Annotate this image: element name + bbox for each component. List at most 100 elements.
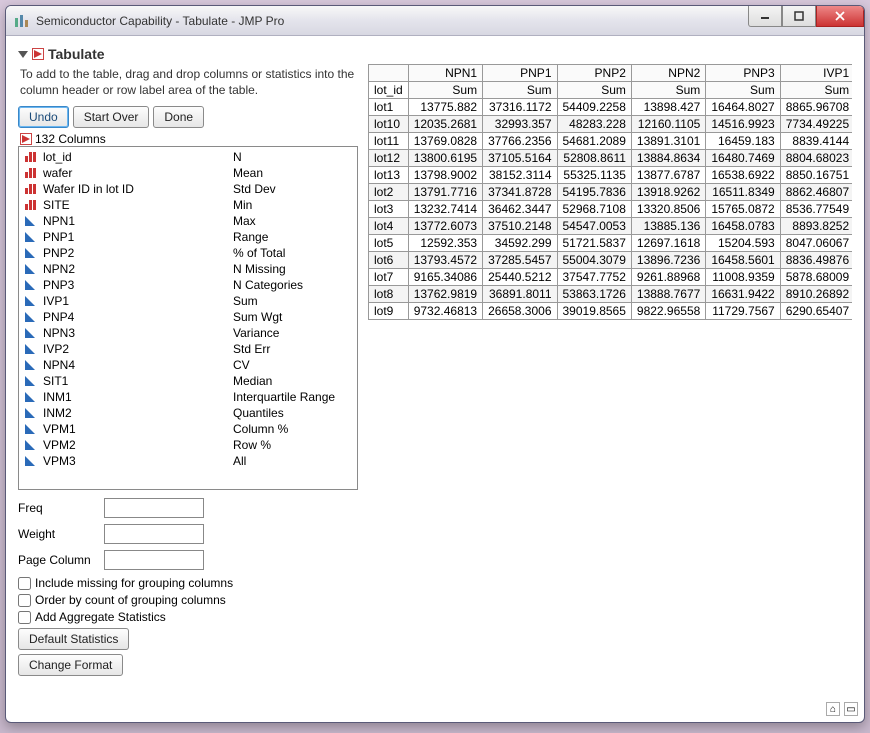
section-toggle-icon[interactable]	[32, 48, 44, 60]
data-cell[interactable]: 9261.88968	[631, 269, 705, 286]
row-header[interactable]: lot3	[369, 201, 409, 218]
data-cell[interactable]: 54409.2258	[557, 99, 631, 116]
data-cell[interactable]: 13762.9819	[408, 286, 482, 303]
column-item[interactable]: NPN1	[23, 213, 227, 229]
column-item[interactable]: SIT1	[23, 373, 227, 389]
data-cell[interactable]: 16480.7469	[706, 150, 780, 167]
change-format-button[interactable]: Change Format	[18, 654, 123, 676]
data-cell[interactable]: 12160.1105	[631, 116, 705, 133]
column-header[interactable]: NPN1	[408, 65, 482, 82]
stat-header[interactable]: Sum	[408, 82, 482, 99]
column-item[interactable]: VPM3	[23, 453, 227, 469]
data-cell[interactable]: 13885.136	[631, 218, 705, 235]
statistic-item[interactable]: Sum	[233, 293, 351, 309]
data-cell[interactable]: 55325.1135	[557, 167, 631, 184]
data-cell[interactable]: 37766.2356	[483, 133, 557, 150]
data-cell[interactable]: 9165.34086	[408, 269, 482, 286]
data-cell[interactable]: 53863.1726	[557, 286, 631, 303]
data-cell[interactable]: 8839.4144	[780, 133, 852, 150]
data-cell[interactable]: 13898.427	[631, 99, 705, 116]
start-over-button[interactable]: Start Over	[73, 106, 150, 128]
data-cell[interactable]: 8536.77549	[780, 201, 852, 218]
table-row[interactable]: lot79165.3408625440.521237547.77529261.8…	[369, 269, 853, 286]
data-cell[interactable]: 8850.16751	[780, 167, 852, 184]
table-row[interactable]: lot813762.981936891.801153863.172613888.…	[369, 286, 853, 303]
statistic-item[interactable]: Std Dev	[233, 181, 351, 197]
row-header[interactable]: lot8	[369, 286, 409, 303]
table-row[interactable]: lot1113769.082837766.235654681.208913891…	[369, 133, 853, 150]
data-cell[interactable]: 8893.8252	[780, 218, 852, 235]
row-header[interactable]: lot6	[369, 252, 409, 269]
data-cell[interactable]: 16459.183	[706, 133, 780, 150]
statistic-item[interactable]: N Missing	[233, 261, 351, 277]
include-missing-checkbox[interactable]	[18, 577, 31, 590]
column-header[interactable]: NPN2	[631, 65, 705, 82]
column-header[interactable]: PNP3	[706, 65, 780, 82]
data-cell[interactable]: 7734.49225	[780, 116, 852, 133]
row-header[interactable]: lot2	[369, 184, 409, 201]
statistic-item[interactable]: Range	[233, 229, 351, 245]
row-header[interactable]: lot4	[369, 218, 409, 235]
statistic-item[interactable]: Std Err	[233, 341, 351, 357]
statistic-item[interactable]: CV	[233, 357, 351, 373]
statistic-item[interactable]: Interquartile Range	[233, 389, 351, 405]
statistic-item[interactable]: Min	[233, 197, 351, 213]
data-cell[interactable]: 12592.353	[408, 235, 482, 252]
close-button[interactable]	[816, 6, 864, 27]
data-table[interactable]: NPN1PNP1PNP2NPN2PNP3IVP1lot_idSumSumSumS…	[368, 64, 852, 320]
statistic-item[interactable]: Quantiles	[233, 405, 351, 421]
statistic-item[interactable]: N Categories	[233, 277, 351, 293]
order-by-count-checkbox[interactable]	[18, 594, 31, 607]
section-header[interactable]: Tabulate	[18, 46, 852, 62]
default-statistics-button[interactable]: Default Statistics	[18, 628, 129, 650]
data-cell[interactable]: 14516.9923	[706, 116, 780, 133]
row-header[interactable]: lot10	[369, 116, 409, 133]
footer-home-icon[interactable]: ⌂	[826, 702, 840, 716]
data-cell[interactable]: 37341.8728	[483, 184, 557, 201]
freq-input[interactable]	[104, 498, 204, 518]
data-cell[interactable]: 12697.1618	[631, 235, 705, 252]
table-row[interactable]: lot413772.607337510.214854547.005313885.…	[369, 218, 853, 235]
statistic-item[interactable]: % of Total	[233, 245, 351, 261]
done-button[interactable]: Done	[153, 106, 204, 128]
column-header[interactable]: PNP2	[557, 65, 631, 82]
footer-zoom-icon[interactable]: ▭	[844, 702, 858, 716]
data-cell[interactable]: 52968.7108	[557, 201, 631, 218]
row-header[interactable]: lot11	[369, 133, 409, 150]
data-cell[interactable]: 16631.9422	[706, 286, 780, 303]
column-item[interactable]: Wafer ID in lot ID	[23, 181, 227, 197]
disclosure-icon[interactable]	[18, 51, 28, 58]
data-cell[interactable]: 8047.06067	[780, 235, 852, 252]
data-cell[interactable]: 25440.5212	[483, 269, 557, 286]
statistic-item[interactable]: Column %	[233, 421, 351, 437]
table-row[interactable]: lot1313798.900238152.311455325.113513877…	[369, 167, 853, 184]
row-header[interactable]: lot7	[369, 269, 409, 286]
data-cell[interactable]: 12035.2681	[408, 116, 482, 133]
statistic-item[interactable]: N	[233, 149, 351, 165]
stat-header[interactable]: Sum	[706, 82, 780, 99]
data-cell[interactable]: 54681.2089	[557, 133, 631, 150]
data-cell[interactable]: 37105.5164	[483, 150, 557, 167]
column-item[interactable]: VPM1	[23, 421, 227, 437]
data-cell[interactable]: 37285.5457	[483, 252, 557, 269]
data-cell[interactable]: 13800.6195	[408, 150, 482, 167]
data-cell[interactable]: 9732.46813	[408, 303, 482, 320]
data-cell[interactable]: 15204.593	[706, 235, 780, 252]
maximize-button[interactable]	[782, 6, 816, 27]
data-cell[interactable]: 26658.3006	[483, 303, 557, 320]
statistic-item[interactable]: Sum Wgt	[233, 309, 351, 325]
column-item[interactable]: INM2	[23, 405, 227, 421]
data-cell[interactable]: 48283.228	[557, 116, 631, 133]
page-column-input[interactable]	[104, 550, 204, 570]
statistic-item[interactable]: All	[233, 453, 351, 469]
data-cell[interactable]: 13918.9262	[631, 184, 705, 201]
data-cell[interactable]: 11008.9359	[706, 269, 780, 286]
data-cell[interactable]: 13877.6787	[631, 167, 705, 184]
table-row[interactable]: lot613793.457237285.545755004.307913896.…	[369, 252, 853, 269]
column-item[interactable]: NPN4	[23, 357, 227, 373]
row-header[interactable]: lot1	[369, 99, 409, 116]
data-cell[interactable]: 8836.49876	[780, 252, 852, 269]
column-item[interactable]: PNP4	[23, 309, 227, 325]
data-cell[interactable]: 8804.68023	[780, 150, 852, 167]
statistics-list[interactable]: NMeanStd DevMinMaxRange% of TotalN Missi…	[227, 147, 357, 489]
